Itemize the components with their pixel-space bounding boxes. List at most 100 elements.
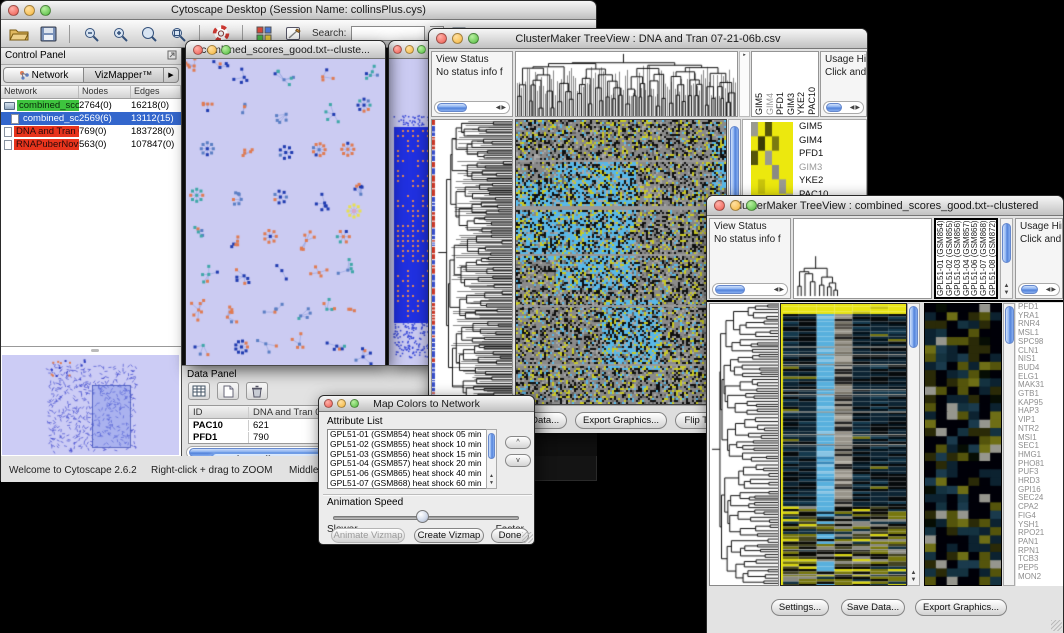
zoom-window-icon[interactable] bbox=[417, 45, 426, 54]
close-icon[interactable] bbox=[193, 45, 203, 55]
v-scrollbar[interactable]: ▲▼ bbox=[1000, 218, 1013, 299]
minimize-icon[interactable] bbox=[207, 45, 217, 55]
h-scrollbar[interactable]: ◀▶ bbox=[823, 101, 864, 114]
attribute-list-item[interactable]: GPL51-07 (GSM868) heat shock 60 min bbox=[328, 479, 496, 489]
tv2-column-dendrogram-canvas[interactable] bbox=[794, 219, 931, 298]
tv1-row-dendrogram-canvas[interactable] bbox=[432, 120, 512, 404]
tv2-zoom-heatmap-canvas[interactable] bbox=[925, 304, 1001, 585]
scroll-arrows-icon[interactable]: ▲▼ bbox=[487, 473, 496, 487]
zoom-out-icon[interactable] bbox=[79, 23, 103, 45]
speed-slider-thumb[interactable] bbox=[416, 510, 429, 523]
create-vizmap-button[interactable]: Create Vizmap bbox=[414, 528, 484, 543]
scroll-thumb[interactable] bbox=[715, 285, 745, 294]
network-row[interactable]: DNA and Tran 07 769(0) 183728(0) bbox=[1, 125, 181, 138]
dense-network-canvas[interactable] bbox=[389, 59, 433, 365]
scroll-thumb[interactable] bbox=[909, 306, 918, 348]
minimize-icon[interactable] bbox=[405, 45, 414, 54]
h-scrollbar[interactable]: ◀▶ bbox=[712, 283, 788, 296]
tab-network[interactable]: Network bbox=[3, 67, 84, 83]
close-icon[interactable] bbox=[324, 399, 333, 408]
attribute-list: GPL51-01 (GSM854) heat shock 05 minGPL51… bbox=[327, 429, 497, 489]
minimize-icon[interactable] bbox=[24, 5, 35, 16]
move-up-button[interactable]: ^ bbox=[505, 436, 531, 449]
col-header-network[interactable]: Network bbox=[1, 86, 79, 98]
delete-attribute-icon[interactable] bbox=[246, 382, 268, 400]
network-view-titlebar[interactable]: combined_scores_good.txt--cluste... bbox=[186, 41, 385, 59]
network-row[interactable]: combined_scores 2764(0) 16218(0) bbox=[1, 99, 181, 112]
divider-handle[interactable] bbox=[91, 349, 99, 352]
resize-grip[interactable] bbox=[1051, 620, 1062, 631]
minimize-icon[interactable] bbox=[452, 33, 463, 44]
search-input[interactable] bbox=[351, 26, 425, 41]
zoom-in-icon[interactable] bbox=[108, 23, 132, 45]
close-icon[interactable] bbox=[714, 200, 725, 211]
tv2-global-heatmap-canvas[interactable] bbox=[781, 304, 906, 585]
open-session-icon[interactable] bbox=[7, 23, 31, 45]
scroll-arrows-icon[interactable]: ◀▶ bbox=[774, 286, 787, 293]
network-canvas[interactable] bbox=[186, 59, 385, 365]
close-icon[interactable] bbox=[8, 5, 19, 16]
background-window-titlebar[interactable] bbox=[389, 41, 433, 59]
zoom-window-icon[interactable] bbox=[350, 399, 359, 408]
v-scrollbar[interactable]: ▲▼ bbox=[907, 303, 920, 586]
zoom-window-icon[interactable] bbox=[468, 33, 479, 44]
zoom-window-icon[interactable] bbox=[221, 45, 231, 55]
scroll-arrows-icon[interactable]: ◀▶ bbox=[496, 104, 509, 111]
treeview1-titlebar[interactable]: ClusterMaker TreeView : DNA and Tran 07-… bbox=[429, 29, 867, 49]
animate-vizmap-button[interactable]: Animate Vizmap bbox=[331, 528, 405, 543]
move-down-button[interactable]: v bbox=[505, 454, 531, 467]
save-data-button[interactable]: Save Data... bbox=[841, 599, 905, 616]
tv2-row-dendrogram-canvas[interactable] bbox=[710, 304, 778, 585]
resize-grip[interactable] bbox=[522, 532, 533, 543]
id-col-header[interactable]: ID bbox=[189, 407, 249, 418]
close-icon[interactable] bbox=[436, 33, 447, 44]
zoom-window-icon[interactable] bbox=[40, 5, 51, 16]
tab-vizmapper[interactable]: VizMapper™ bbox=[84, 67, 164, 83]
gene-label[interactable]: YKE2 bbox=[799, 174, 828, 188]
close-icon[interactable] bbox=[393, 45, 402, 54]
v-scrollbar[interactable]: ▲▼ bbox=[486, 429, 497, 489]
save-session-icon[interactable] bbox=[36, 23, 60, 45]
gene-label[interactable]: GIM3 bbox=[799, 161, 828, 175]
col-header-nodes[interactable]: Nodes bbox=[79, 86, 131, 98]
col-header-edges[interactable]: Edges bbox=[131, 86, 181, 98]
network-row[interactable]: combined_sco 2569(6) 13112(15) bbox=[1, 112, 181, 125]
scroll-thumb[interactable] bbox=[1002, 223, 1011, 263]
attribute-select-icon[interactable] bbox=[188, 382, 210, 400]
float-panel-icon[interactable] bbox=[167, 50, 177, 62]
scroll-arrows-icon[interactable]: ◀▶ bbox=[850, 104, 863, 111]
scroll-thumb[interactable] bbox=[437, 103, 467, 112]
tv1-heatmap-canvas[interactable] bbox=[516, 120, 726, 404]
gene-label[interactable]: GIM5 bbox=[799, 120, 828, 134]
zoom-selected-icon[interactable] bbox=[137, 23, 161, 45]
scroll-thumb[interactable] bbox=[1021, 285, 1038, 294]
splitter-strip[interactable]: ▸ bbox=[739, 51, 750, 117]
scroll-thumb[interactable] bbox=[1005, 306, 1014, 344]
h-scrollbar[interactable]: ◀▶ bbox=[434, 101, 510, 114]
scroll-arrows-icon[interactable]: ▲▼ bbox=[1001, 283, 1012, 297]
birdseye-canvas[interactable] bbox=[2, 355, 179, 455]
tab-overflow-button[interactable]: ▶ bbox=[164, 67, 179, 83]
dialog-titlebar[interactable]: Map Colors to Network bbox=[319, 396, 534, 412]
scroll-thumb[interactable] bbox=[488, 433, 495, 459]
main-titlebar[interactable]: Cytoscape Desktop (Session Name: collins… bbox=[1, 1, 596, 20]
export-graphics-button[interactable]: Export Graphics... bbox=[915, 599, 1007, 616]
minimize-icon[interactable] bbox=[337, 399, 346, 408]
scroll-thumb[interactable] bbox=[826, 103, 842, 112]
tv1-column-dendrogram-canvas[interactable] bbox=[516, 52, 737, 116]
scroll-arrows-icon[interactable]: ◀▶ bbox=[1046, 286, 1059, 293]
network-row[interactable]: RNAPuberNov2+ 563(0) 107847(0) bbox=[1, 138, 181, 151]
scroll-arrows-icon[interactable]: ▲▼ bbox=[908, 570, 919, 584]
minimize-icon[interactable] bbox=[730, 200, 741, 211]
gene-label[interactable]: MON2 bbox=[1018, 573, 1063, 582]
gene-label[interactable]: GIM4 bbox=[799, 134, 828, 148]
gene-label[interactable]: PFD1 bbox=[799, 147, 828, 161]
network-row-nodes: 2764(0) bbox=[79, 100, 131, 111]
new-attribute-icon[interactable] bbox=[217, 382, 239, 400]
treeview2-titlebar[interactable]: ClusterMaker TreeView : combined_scores_… bbox=[707, 196, 1063, 216]
h-scrollbar[interactable]: ◀▶ bbox=[1018, 283, 1060, 296]
zoom-window-icon[interactable] bbox=[746, 200, 757, 211]
export-graphics-button[interactable]: Export Graphics... bbox=[575, 412, 667, 429]
v-scrollbar[interactable] bbox=[1003, 303, 1015, 586]
settings-button[interactable]: Settings... bbox=[771, 599, 829, 616]
